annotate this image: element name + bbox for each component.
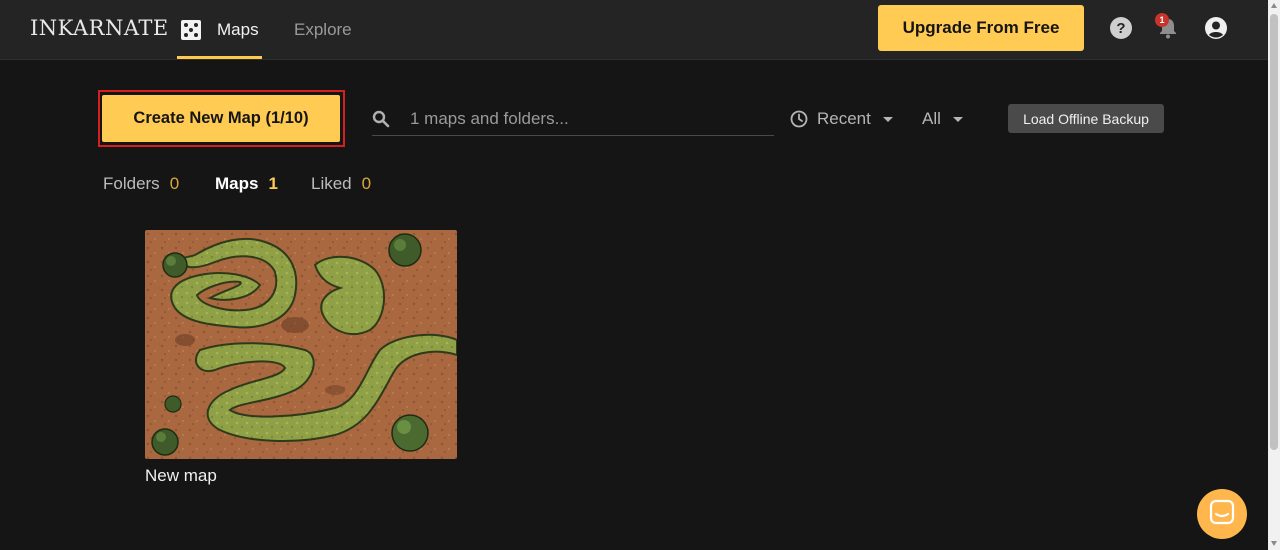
chat-icon <box>1209 499 1235 530</box>
nav-explore-label: Explore <box>294 19 352 39</box>
chat-launcher-button[interactable] <box>1197 489 1247 539</box>
tab-maps[interactable]: Maps 1 <box>215 174 278 194</box>
sort-dropdown[interactable]: Recent <box>790 107 893 131</box>
search-icon <box>372 110 390 128</box>
nav-tab-explore[interactable]: Explore <box>294 0 352 59</box>
search-bar <box>372 104 774 136</box>
map-thumbnail[interactable] <box>145 230 457 459</box>
search-input[interactable] <box>410 106 770 132</box>
tab-label: Maps <box>215 174 259 193</box>
scroll-down-icon[interactable] <box>1271 541 1277 546</box>
tab-label: Liked <box>311 174 352 193</box>
chevron-down-icon <box>882 116 893 122</box>
help-icon[interactable]: ? <box>1108 15 1134 41</box>
nav-maps-label: Maps <box>217 19 259 39</box>
scroll-up-icon[interactable] <box>1271 3 1277 8</box>
tab-folders[interactable]: Folders 0 <box>103 174 179 194</box>
sort-label: Recent <box>817 109 871 128</box>
filter-dropdown[interactable]: All <box>922 107 963 131</box>
tab-label: Folders <box>103 174 160 193</box>
clock-icon <box>790 110 808 128</box>
app-logo[interactable]: INKARNATE <box>30 16 169 40</box>
account-circle-icon[interactable] <box>1203 15 1229 41</box>
create-new-map-button[interactable]: Create New Map (1/10) <box>102 95 340 142</box>
scrollbar-thumb[interactable] <box>1270 14 1278 450</box>
map-card[interactable]: New map <box>145 230 457 486</box>
tab-liked[interactable]: Liked 0 <box>311 174 371 194</box>
load-offline-backup-button[interactable]: Load Offline Backup <box>1008 104 1164 133</box>
svg-text:?: ? <box>1116 20 1125 37</box>
nav-tab-maps[interactable]: Maps <box>177 0 262 59</box>
tab-count: 0 <box>169 174 180 193</box>
upgrade-button[interactable]: Upgrade From Free <box>878 5 1084 51</box>
dice-map-icon <box>180 19 202 41</box>
map-title[interactable]: New map <box>145 466 457 486</box>
tab-count: 0 <box>361 174 372 193</box>
tab-count: 1 <box>268 174 278 193</box>
page-scrollbar[interactable] <box>1268 0 1280 550</box>
notification-badge: 1 <box>1155 13 1169 27</box>
chevron-down-icon <box>952 116 963 122</box>
top-bar: INKARNATE Maps Explore Upgrade From Free… <box>0 0 1268 60</box>
filter-label: All <box>922 109 941 128</box>
